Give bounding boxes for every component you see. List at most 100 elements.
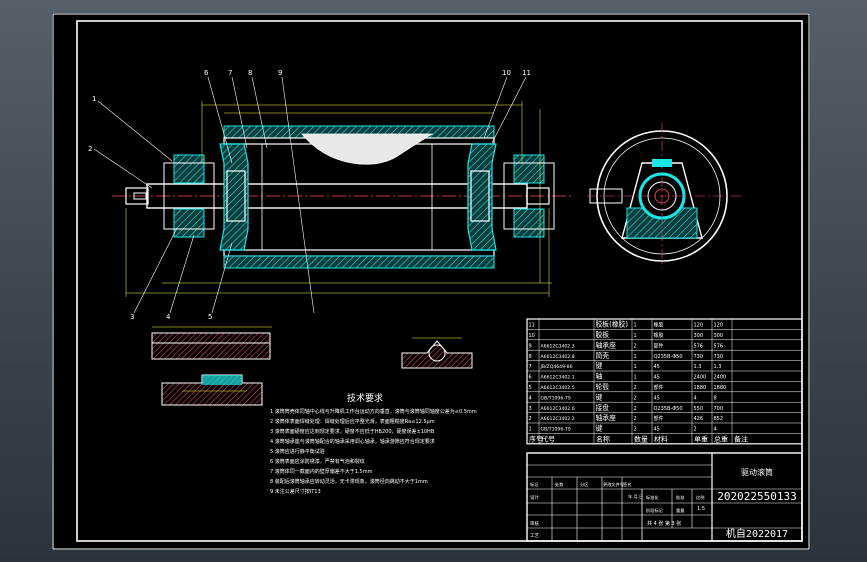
bom-cell: 1880 — [714, 385, 727, 391]
bom-cell: 426 — [694, 416, 704, 422]
bom-cell: 1 — [529, 427, 532, 433]
mid-label-3: 阶段标记 — [646, 507, 664, 514]
bom-cell: A6612C3402.5 — [541, 385, 575, 391]
bom-cell: 11 — [529, 323, 535, 329]
callout-7: 7 — [228, 69, 232, 77]
bom-cell: 橡胶 — [654, 322, 664, 329]
bom-header-cell: 材料 — [654, 434, 668, 443]
bom-cell: JB/ZQ4649-86 — [540, 364, 573, 370]
bom-cell: 1.3 — [694, 364, 702, 370]
bom-cell: 45 — [654, 395, 660, 401]
right-bearing-top — [513, 154, 545, 184]
bom-cell: 3 — [529, 406, 532, 412]
leader-lines — [93, 76, 527, 314]
bom-cell: 2 — [634, 343, 637, 349]
bom-cell: 6 — [529, 375, 532, 381]
role-design: 设计 — [530, 494, 539, 501]
sheet-text: 共 4 张 第 3 张 — [647, 520, 681, 527]
bom-cell: 700 — [714, 406, 724, 412]
broken-out-section — [301, 133, 434, 165]
role-review: 审核 — [530, 520, 539, 527]
callout-4: 4 — [166, 313, 171, 321]
bom-cell: 部件 — [654, 384, 664, 391]
drawing-canvas: 1 2 3 4 5 6 7 8 9 10 11 技术要求 1 滚筒筒壳体同轴中心… — [52, 13, 810, 550]
bom-cell: 45 — [654, 427, 660, 433]
bom-cell: 胶板 — [596, 330, 610, 339]
bom-cell: 576 — [694, 343, 704, 349]
bom-cell: Q235B-Φ50 — [654, 354, 683, 360]
bom-cell: 部件 — [654, 415, 664, 422]
bom-cell: 300 — [714, 333, 724, 339]
detail-lagging — [151, 326, 272, 360]
left-bearing-top — [173, 154, 205, 184]
bom-cell: 1 — [634, 375, 637, 381]
left-end-disc — [219, 143, 249, 251]
bom-cell: 550 — [694, 406, 704, 412]
end-view — [587, 123, 742, 268]
cad-viewport[interactable]: 1 2 3 4 5 6 7 8 9 10 11 技术要求 1 滚筒筒壳体同轴中心… — [0, 0, 867, 562]
row-label-5: 签名 — [623, 481, 631, 488]
bom-cell: A6612C3402.8 — [541, 354, 575, 360]
bom-cell: 轮毂 — [596, 382, 610, 391]
drawing-sheet: 1 2 3 4 5 6 7 8 9 10 11 技术要求 1 滚筒筒壳体同轴中心… — [52, 13, 810, 550]
bom-cell: 45 — [654, 375, 660, 381]
bom-cell: 300 — [694, 333, 704, 339]
bom-cell: 5 — [529, 385, 532, 391]
inner-frame — [76, 20, 803, 542]
bom-cell: 部件 — [654, 342, 664, 349]
bom-cell: 2 — [634, 406, 637, 412]
bom-cell: 4 — [714, 427, 717, 433]
bom-cell: 1 — [634, 333, 637, 339]
tech-line-4: 4 滚筒轴承座与滚筒轴配合的轴承采用调心轴承，轴承游隙应符合规定要求 — [270, 438, 435, 445]
scale-value: 1:5 — [697, 506, 705, 512]
right-end-disc — [467, 143, 497, 251]
bom-cell: A6612C3402.1 — [541, 375, 575, 381]
bom-cell: Q235B-Φ50 — [654, 406, 683, 412]
tech-line-2: 2 滚筒体表面焊缝处理：焊缝处理后应平整光滑，表面粗糙度Ra≤12.5μm — [270, 418, 435, 425]
bom-header-cell: 数量 — [634, 434, 648, 443]
drawing-name: 驱动滚筒 — [741, 467, 773, 477]
tech-line-6: 6 滚筒表面应涂防锈漆，严禁有气泡和裂纹 — [270, 458, 365, 465]
outer-frame — [52, 13, 810, 550]
row-label-4: 更改文件号 — [603, 481, 624, 488]
callout-10: 10 — [502, 69, 511, 77]
bom-cell: 橡胶 — [654, 332, 664, 339]
bom-cell: 2 — [634, 416, 637, 422]
tech-line-7: 7 滚筒体同一截面内的壁厚偏差不大于1.5mm — [270, 468, 373, 475]
bom-cell: GB/T1096-79 — [541, 427, 571, 433]
bom-cell: 键 — [596, 424, 603, 433]
tech-requirements: 技术要求 1 滚筒筒壳体同轴中心线与升降机工作台运动方向垂直，滚筒与滚筒轴同轴度… — [270, 392, 477, 495]
bom-cell: 2 — [634, 427, 637, 433]
bom-cell: 576 — [714, 343, 724, 349]
bom-cell: 2400 — [714, 375, 727, 381]
bom-cell: 120 — [714, 323, 724, 329]
bom-header-cell: 名称 — [596, 434, 610, 443]
title-block-text: 驱动滚筒 202022550133 机自2022017 共 4 张 第 3 张 … — [530, 467, 797, 540]
drawing-number: 202022550133 — [717, 490, 796, 503]
bom-cell: 胶板(橡胶) — [596, 320, 629, 329]
bom-cell: 2 — [529, 416, 532, 422]
bom-header-cell: 备注 — [734, 434, 748, 443]
bom-cell: 730 — [694, 354, 704, 360]
callout-1: 1 — [92, 95, 96, 103]
bom-cell: 852 — [714, 416, 724, 422]
row-label-3: 分区 — [580, 481, 588, 488]
row-label-2: 处数 — [555, 481, 564, 488]
bom-cell: 键 — [596, 361, 603, 370]
bom-cell: 键 — [596, 392, 603, 401]
bom-cell: 2 — [634, 385, 637, 391]
bom-cell: 2 — [634, 395, 637, 401]
detail-b-insert — [202, 375, 242, 385]
bom-cell: 730 — [714, 354, 724, 360]
detail-a-lagging — [151, 332, 271, 360]
bom-cell: 1.3 — [714, 364, 722, 370]
bom-header-cell: 总重 — [714, 434, 728, 443]
bom-cell: 120 — [694, 323, 704, 329]
left-bearing-bottom — [173, 208, 205, 238]
bom-cell: 9 — [529, 343, 532, 349]
tech-line-3: 3 滚筒表面硬度应达到规定要求，硬度不应低于HB200，硬度误差±10HB — [270, 428, 435, 435]
bom-cell: A6612C3402.3 — [541, 343, 575, 349]
role-process: 工艺 — [530, 533, 539, 539]
tech-line-1: 1 滚筒筒壳体同轴中心线与升降机工作台运动方向垂直，滚筒与滚筒轴同轴度公差为≤0… — [270, 408, 477, 415]
bom-cell: 1 — [634, 323, 637, 329]
